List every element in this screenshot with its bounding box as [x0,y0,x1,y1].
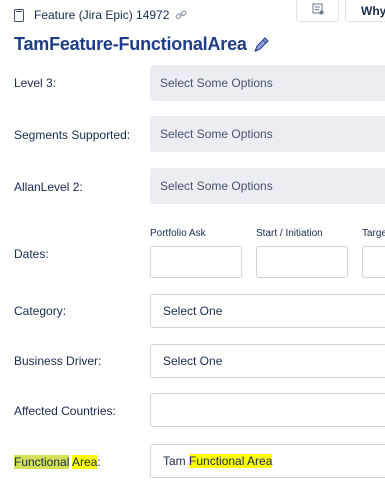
business-driver-label: Business Driver: [14,354,102,368]
title-row: TamFeature-FunctionalArea [14,34,270,55]
page-title: TamFeature-FunctionalArea [14,34,247,54]
category-select[interactable]: Select One [150,294,385,328]
link-icon[interactable] [175,9,187,21]
functional-area-label-suffix: : [97,455,101,469]
filter-icon [311,2,325,19]
functional-area-label-part2: Area [72,455,98,469]
feature-breadcrumb: Feature (Jira Epic) 14972 [14,8,187,22]
affected-countries-input[interactable] [150,393,385,427]
category-label: Category: [14,304,67,318]
allan-level2-multiselect[interactable]: Select Some Options [150,168,385,204]
segments-multiselect[interactable]: Select Some Options [150,116,385,152]
segments-label: Segments Supported: [14,128,131,142]
start-initiation-label: Start / Initiation [256,228,323,239]
functional-area-value-highlight: Functional Area [189,454,273,468]
affected-countries-label: Affected Countries: [14,404,116,418]
header: Feature (Jira Epic) 14972 Why [0,0,385,32]
target-input[interactable] [362,246,385,278]
filter-button[interactable] [296,0,339,22]
dates-label: Dates: [14,247,49,261]
business-driver-select[interactable]: Select One [150,344,385,378]
document-icon [14,8,24,22]
level3-multiselect[interactable]: Select Some Options [150,65,385,101]
functional-area-input[interactable]: Tam Functional Area [150,444,385,478]
allan-level2-label: AllanLevel 2: [14,180,83,194]
feature-label: Feature (Jira Epic) 14972 [34,8,170,22]
why-button[interactable]: Why [345,0,385,22]
level3-label: Level 3: [14,76,57,90]
target-label: Targe [362,228,385,239]
edit-icon[interactable] [252,36,270,54]
portfolio-ask-input[interactable] [150,246,242,278]
functional-area-label: Functional Area: [14,455,101,469]
functional-area-value-prefix: Tam [163,454,190,468]
functional-area-label-part1: Functional [14,455,70,469]
portfolio-ask-label: Portfolio Ask [150,228,206,239]
start-initiation-input[interactable] [256,246,348,278]
